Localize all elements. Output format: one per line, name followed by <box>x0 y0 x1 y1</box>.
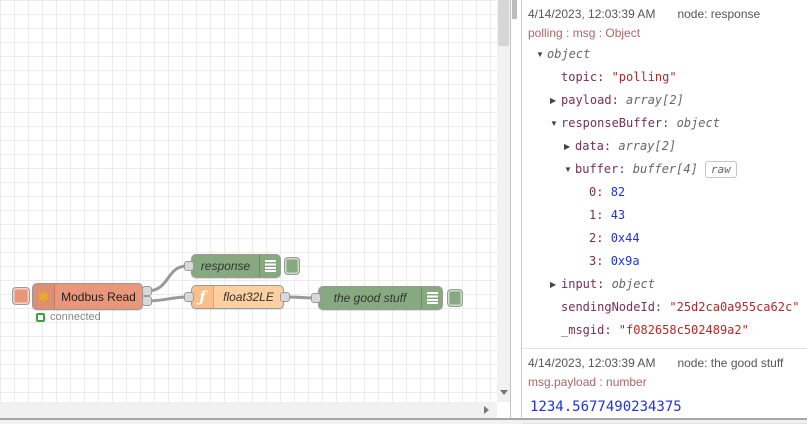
debug-list-icon <box>426 291 438 305</box>
wire-modbus-function <box>146 295 189 303</box>
debug-key: input: <box>561 277 612 291</box>
vertical-scroll-thumb[interactable] <box>498 0 509 46</box>
collapse-arrow-icon[interactable]: ▼ <box>550 112 561 135</box>
debug-value-number: 43 <box>610 208 626 222</box>
debug-tree-row: 2: 0x44 <box>528 227 801 250</box>
wire-modbus-response <box>146 264 188 293</box>
debug-payload-number: 1234.5677490234375 <box>530 399 682 415</box>
debug-tree-row: ▶ data: array[2] <box>528 135 801 158</box>
debug-key: 2: <box>589 231 611 245</box>
node-label: Modbus Read <box>61 289 136 304</box>
node-the-good-stuff[interactable]: the good stuff <box>318 286 443 310</box>
debug-key: 1: <box>589 208 611 222</box>
debug-scrollbar-track <box>510 0 511 418</box>
debug-tree-row: ▼ object <box>528 43 801 66</box>
debug-key: 0: <box>589 185 611 199</box>
debug-key: _msgid: <box>561 323 619 337</box>
debug-tree-row: ▶ payload: array[2] <box>528 89 801 112</box>
collapse-arrow-icon[interactable]: ▼ <box>564 158 575 181</box>
debug-scroll-thumb[interactable] <box>512 0 517 19</box>
float32le-output-port[interactable] <box>280 292 290 302</box>
debug-tree-row: ▼ buffer: buffer[4] raw <box>528 158 801 181</box>
node-label: float32LE <box>223 290 274 304</box>
debug-timestamp: 4/14/2023, 12:03:39 AM <box>528 7 656 21</box>
collapse-arrow-icon[interactable]: ▼ <box>536 43 547 66</box>
debug-source-node: node: response <box>677 7 761 21</box>
status-label: connected <box>50 311 101 323</box>
debug-message-response: 4/14/2023, 12:03:39 AM node: response pol… <box>522 0 807 349</box>
debug-tree-row: 0: 82 <box>528 181 801 204</box>
raw-button[interactable]: raw <box>704 161 737 178</box>
expand-arrow-icon[interactable]: ▶ <box>550 89 561 112</box>
node-label: the good stuff <box>333 291 407 305</box>
debug-tree-row: ▶ input: object <box>528 273 801 296</box>
modbus-output-port-1[interactable] <box>142 286 152 296</box>
function-icon-region: ƒ <box>192 286 214 308</box>
debug-key: topic: <box>561 70 612 84</box>
debug-tree-row: 1: 43 <box>528 204 801 227</box>
debug-value-number: 82 <box>610 185 626 199</box>
status-connected-icon <box>36 312 45 322</box>
debug-sidebar-icon-region <box>421 287 442 309</box>
debug-type-meta: array[2] <box>618 139 677 153</box>
debug-tree-row: _msgid: "f082658c502489a2" <box>528 319 801 342</box>
debug-value-string: "f082658c502489a2" <box>618 323 749 337</box>
debug-tree-row: topic: "polling" <box>528 66 801 89</box>
debug-message-goodstuff: 4/14/2023, 12:03:39 AM node: the good stu… <box>522 349 807 424</box>
canvas-horizontal-scrollbar[interactable] <box>0 402 497 418</box>
debug-key: 3: <box>589 254 611 268</box>
modbus-node-button[interactable] <box>12 287 30 305</box>
debug-value-string: "polling" <box>611 70 677 84</box>
canvas-vertical-scrollbar[interactable] <box>497 0 510 402</box>
debug-object-tree: ▼ object topic: "polling" ▶ payload: array[2… <box>528 43 801 342</box>
debug-key: responseBuffer: <box>561 116 677 130</box>
goodstuff-toggle-button[interactable] <box>447 289 463 307</box>
debug-type-meta: object <box>611 277 655 291</box>
debug-value-number: 0x9a <box>610 254 640 268</box>
debug-message-header: 4/14/2023, 12:03:39 AM node: the good stu… <box>528 354 801 372</box>
goodstuff-input-port[interactable] <box>311 293 321 303</box>
debug-topic: msg.payload : number <box>528 375 647 389</box>
debug-key: buffer: <box>575 162 633 176</box>
debug-value-string: "25d2ca0a955ca62c" <box>669 300 800 314</box>
function-f-icon: ƒ <box>199 287 206 306</box>
response-input-port[interactable] <box>184 261 194 271</box>
scroll-down-arrow-icon[interactable] <box>500 390 508 395</box>
debug-type-meta: array[2] <box>626 93 684 107</box>
debug-tree-row: ▼ responseBuffer: object <box>528 112 801 135</box>
node-modbus-read[interactable]: ✱ Modbus Read <box>32 283 143 310</box>
node-float32le[interactable]: ƒ float32LE <box>191 285 284 309</box>
debug-tree-row: sendingNodeId: "25d2ca0a955ca62c" <box>528 296 801 319</box>
flow-canvas[interactable]: ✱ Modbus Read connected response ƒ float… <box>0 0 497 402</box>
debug-key: payload: <box>561 93 627 107</box>
wires-layer <box>146 264 316 303</box>
modbus-status: connected <box>36 311 101 323</box>
debug-type-meta: object <box>676 116 720 130</box>
debug-sidebar[interactable]: 4/14/2023, 12:03:39 AM node: response pol… <box>521 0 807 424</box>
debug-source-node: node: the good stuff <box>677 356 784 370</box>
debug-key: sendingNodeId: <box>561 300 670 314</box>
debug-timestamp: 4/14/2023, 12:03:39 AM <box>528 356 656 370</box>
debug-list-icon <box>264 259 276 273</box>
debug-type-meta: buffer[4] <box>632 162 698 176</box>
debug-sidebar-icon-region <box>259 255 280 277</box>
modbus-output-port-2[interactable] <box>142 296 152 306</box>
float32le-input-port[interactable] <box>184 292 194 302</box>
scroll-right-arrow-icon[interactable] <box>484 406 489 414</box>
node-response[interactable]: response <box>191 254 281 278</box>
modbus-icon-region: ✱ <box>33 284 55 309</box>
expand-arrow-icon[interactable]: ▶ <box>564 135 575 158</box>
debug-tree-row: 3: 0x9a <box>528 250 801 273</box>
debug-type-meta: object <box>547 47 591 61</box>
debug-key: data: <box>575 139 619 153</box>
debug-value-number: 0x44 <box>610 231 640 245</box>
debug-message-header: 4/14/2023, 12:03:39 AM node: response <box>528 5 801 23</box>
response-toggle-button[interactable] <box>284 257 300 275</box>
debug-topic: polling : msg : Object <box>528 26 641 40</box>
node-label: response <box>200 259 251 273</box>
expand-arrow-icon[interactable]: ▶ <box>550 273 561 296</box>
modbus-flower-icon: ✱ <box>37 288 50 305</box>
